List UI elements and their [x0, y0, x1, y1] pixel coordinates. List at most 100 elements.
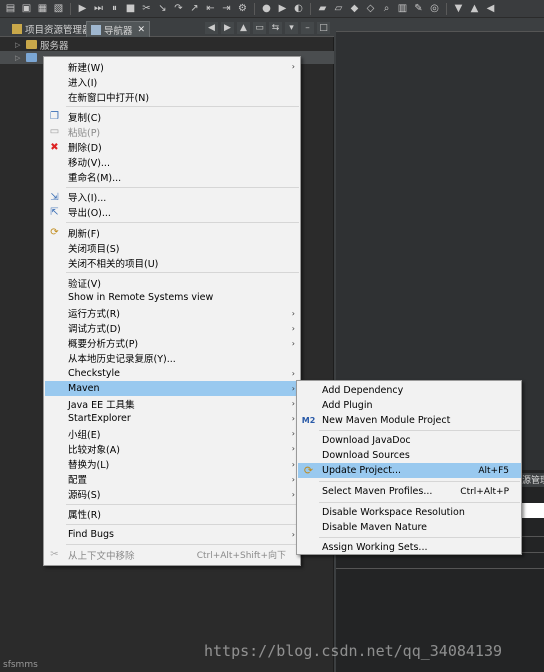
- submenu-item-label: Add Dependency: [322, 385, 404, 396]
- menu-item[interactable]: 替换为(L) ›: [45, 457, 300, 472]
- menu-item[interactable]: 重命名(M)...: [45, 170, 300, 185]
- menu-item[interactable]: 概要分析方式(P) ›: [45, 336, 300, 351]
- new-icon[interactable]: ▤: [4, 3, 17, 15]
- tree-item-servers[interactable]: ▷ 服务器: [0, 38, 334, 52]
- run-icon[interactable]: ▶: [276, 3, 289, 15]
- drop-frame-icon[interactable]: ⇤: [204, 3, 217, 15]
- back-icon[interactable]: ◀: [484, 3, 497, 15]
- menu-item[interactable]: Maven ›: [45, 381, 300, 396]
- filter-icon[interactable]: ▾: [285, 22, 298, 34]
- navigator-icon: [91, 24, 101, 35]
- globe-icon[interactable]: ◎: [428, 3, 441, 15]
- terminate-icon[interactable]: ■: [124, 3, 137, 15]
- menu-item-label: 源码(S): [68, 490, 101, 502]
- menu-item[interactable]: 比较对象(A) ›: [45, 441, 300, 456]
- save-all-icon[interactable]: ▦: [36, 3, 49, 15]
- menu-item[interactable]: Show in Remote Systems view: [45, 290, 300, 305]
- menu-item[interactable]: ⇲ 导入(I)...: [45, 190, 300, 205]
- submenu-item[interactable]: ⟳ Update Project... Alt+F5: [298, 463, 521, 478]
- expand-arrow-icon[interactable]: ▷: [15, 41, 20, 49]
- menu-item[interactable]: 运行方式(R) ›: [45, 306, 300, 321]
- menu-item[interactable]: 小组(E) ›: [45, 426, 300, 441]
- menu-item[interactable]: 关闭项目(S): [45, 240, 300, 255]
- external-tools-icon[interactable]: ⚙: [236, 3, 249, 15]
- submenu-arrow-icon: ›: [291, 489, 295, 499]
- remove-context-icon: ✂: [50, 549, 59, 560]
- menu-item[interactable]: ⇱ 导出(O)...: [45, 205, 300, 220]
- print-icon[interactable]: ▧: [52, 3, 65, 15]
- menu-item[interactable]: ❐ 复制(C): [45, 109, 300, 124]
- run-debug-icon[interactable]: ●: [260, 3, 273, 15]
- menu-item-label: 关闭项目(S): [68, 243, 120, 255]
- back-icon[interactable]: ◀: [205, 22, 218, 34]
- menu-item[interactable]: 从本地历史记录复原(Y)...: [45, 351, 300, 366]
- suspend-icon[interactable]: ⏸: [108, 3, 121, 15]
- menu-item[interactable]: 源码(S) ›: [45, 487, 300, 502]
- menu-item-label: 进入(I): [68, 77, 98, 89]
- brush-icon[interactable]: ✎: [412, 3, 425, 15]
- new-package-icon[interactable]: ▱: [332, 3, 345, 15]
- copy-icon: ❐: [50, 111, 59, 123]
- coverage-icon[interactable]: ◐: [292, 3, 305, 15]
- disconnect-icon[interactable]: ✂: [140, 3, 153, 15]
- close-icon[interactable]: ✕: [138, 25, 146, 35]
- tab-navigator[interactable]: 导航器 ✕: [86, 21, 151, 37]
- skip-icon[interactable]: ⏭: [92, 3, 105, 15]
- use-step-filters-icon[interactable]: ⇥: [220, 3, 233, 15]
- tab-project-explorer[interactable]: 项目资源管理器: [8, 21, 96, 37]
- menu-item[interactable]: 关闭不相关的项目(U): [45, 255, 300, 270]
- menu-item[interactable]: 配置 ›: [45, 472, 300, 487]
- menu-item[interactable]: Find Bugs ›: [45, 527, 300, 542]
- menu-item[interactable]: Checkstyle ›: [45, 366, 300, 381]
- submenu-item-label: Assign Working Sets...: [322, 542, 428, 553]
- view-input-field[interactable]: [521, 503, 544, 518]
- submenu-arrow-icon: ›: [291, 308, 295, 318]
- submenu-item[interactable]: Download Sources: [298, 448, 521, 463]
- menu-item[interactable]: 进入(I): [45, 74, 300, 89]
- menu-item[interactable]: Java EE 工具集 ›: [45, 396, 300, 411]
- menu-separator: [319, 502, 520, 503]
- step-over-icon[interactable]: ↷: [172, 3, 185, 15]
- up-icon[interactable]: ▲: [237, 22, 250, 34]
- menu-item[interactable]: 属性(R): [45, 507, 300, 522]
- tab-source-control[interactable]: 源管理: [520, 473, 544, 487]
- debug-icon[interactable]: ▶: [76, 3, 89, 15]
- prev-annotation-icon[interactable]: ▲: [468, 3, 481, 15]
- submenu-item[interactable]: M2 New Maven Module Project: [298, 413, 521, 428]
- collapse-all-icon[interactable]: ▭: [253, 22, 266, 34]
- menu-item[interactable]: ✖ 删除(D): [45, 140, 300, 155]
- menu-item[interactable]: 新建(W) ›: [45, 59, 300, 74]
- save-icon[interactable]: ▣: [20, 3, 33, 15]
- step-into-icon[interactable]: ↘: [156, 3, 169, 15]
- new-java-project-icon[interactable]: ▰: [316, 3, 329, 15]
- submenu-item[interactable]: Disable Maven Nature: [298, 520, 521, 535]
- forward-icon[interactable]: ▶: [221, 22, 234, 34]
- menu-item[interactable]: 验证(V): [45, 275, 300, 290]
- view-tab-bar: 项目资源管理器 导航器 ✕ ◀ ▶ ▲ ▭ ⇆ ▾ – □: [0, 20, 334, 37]
- submenu-item[interactable]: Disable Workspace Resolution: [298, 505, 521, 520]
- submenu-item[interactable]: Add Plugin: [298, 398, 521, 413]
- new-class-icon[interactable]: ◆: [348, 3, 361, 15]
- submenu-arrow-icon: ›: [291, 429, 295, 439]
- submenu-item[interactable]: Select Maven Profiles... Ctrl+Alt+P: [298, 484, 521, 499]
- open-folder-icon[interactable]: ▥: [396, 3, 409, 15]
- link-with-editor-icon[interactable]: ⇆: [269, 22, 282, 34]
- submenu-item[interactable]: Assign Working Sets...: [298, 540, 521, 555]
- submenu-arrow-icon: ›: [291, 368, 295, 378]
- menu-item-label: Java EE 工具集: [68, 399, 135, 411]
- search-icon[interactable]: ⌕: [380, 3, 393, 15]
- step-return-icon[interactable]: ↗: [188, 3, 201, 15]
- menu-item[interactable]: 移动(V)...: [45, 155, 300, 170]
- minimize-icon[interactable]: –: [301, 22, 314, 34]
- open-type-icon[interactable]: ◇: [364, 3, 377, 15]
- submenu-item[interactable]: Download JavaDoc: [298, 433, 521, 448]
- maximize-icon[interactable]: □: [317, 22, 330, 34]
- submenu-item[interactable]: Add Dependency: [298, 383, 521, 398]
- menu-item[interactable]: 在新窗口中打开(N): [45, 89, 300, 104]
- menu-item-label: Checkstyle: [68, 367, 121, 379]
- menu-item[interactable]: StartExplorer ›: [45, 411, 300, 426]
- expand-arrow-icon[interactable]: ▷: [15, 54, 20, 62]
- menu-item[interactable]: 调试方式(D) ›: [45, 321, 300, 336]
- menu-item[interactable]: ⟳ 刷新(F): [45, 225, 300, 240]
- next-annotation-icon[interactable]: ▼: [452, 3, 465, 15]
